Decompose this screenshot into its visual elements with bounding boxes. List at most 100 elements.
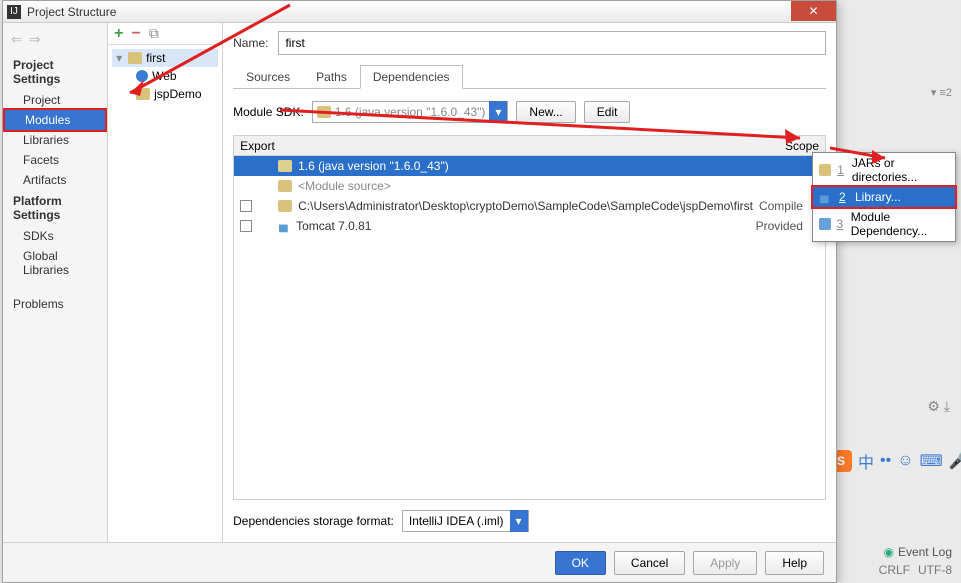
ime-glyph-1[interactable]: 中 <box>858 449 874 473</box>
popup-item-hotkey: 1 <box>837 163 846 177</box>
chevron-down-icon[interactable]: ▾ <box>489 101 507 123</box>
folder-icon <box>278 180 292 192</box>
dialog-buttons: OK Cancel Apply Help <box>3 542 836 582</box>
folder-icon <box>128 52 142 64</box>
nav-back-icon[interactable]: ⇐ <box>11 31 23 48</box>
dep-row-label: 1.6 (java version "1.6.0_43") <box>298 159 449 173</box>
tree-node-label: first <box>146 51 165 65</box>
dep-row-path[interactable]: C:\Users\Administrator\Desktop\cryptoDem… <box>234 196 825 216</box>
export-checkbox[interactable] <box>240 220 252 232</box>
ime-glyph-4[interactable]: ⌨ <box>920 451 943 471</box>
dep-row-sdk[interactable]: 1.6 (java version "1.6.0_43") <box>234 156 825 176</box>
close-button[interactable]: ✕ <box>791 1 836 21</box>
tree-node-jspdemo[interactable]: jspDemo <box>112 85 218 103</box>
ime-glyph-5[interactable]: 🎤 <box>949 451 961 471</box>
tree-node-first[interactable]: ▾ first <box>112 49 218 67</box>
popup-item-hotkey: 2 <box>839 190 849 204</box>
storage-format-combo[interactable]: IntelliJ IDEA (.iml) ▾ <box>402 510 529 532</box>
storage-format-value: IntelliJ IDEA (.iml) <box>403 514 510 528</box>
popup-item-jars[interactable]: 1 JARs or directories... <box>813 153 955 187</box>
ide-background: ▾ ≡2 ⚙ ⤓ S 中 •• ☺ ⌨ 🎤 ◉Event Log CRLF UT… <box>840 0 960 583</box>
nav-item-problems[interactable]: Problems <box>3 294 107 314</box>
popup-item-label: Module Dependency... <box>851 210 949 238</box>
dep-row-label: <Module source> <box>298 179 825 193</box>
tree-node-label: jspDemo <box>154 87 201 101</box>
nav-item-libraries[interactable]: Libraries <box>3 130 107 150</box>
tree-twisty-icon[interactable]: ▾ <box>114 51 124 65</box>
section-project-settings: Project Settings <box>3 54 107 90</box>
tab-sources[interactable]: Sources <box>233 65 303 88</box>
export-checkbox[interactable] <box>240 200 252 212</box>
nav-item-modules[interactable]: Modules <box>3 108 107 132</box>
sdk-new-button[interactable]: New... <box>516 101 575 123</box>
chevron-down-icon[interactable]: ▾ <box>510 510 528 532</box>
tree-toolbar: + − ⧉ <box>108 23 222 45</box>
app-icon: IJ <box>7 5 21 19</box>
dep-row-scope[interactable]: Provided <box>756 219 807 233</box>
dependencies-table: Export Scope 1.6 (java version "1.6.0_43… <box>233 135 826 500</box>
tree-node-label: Web <box>152 69 176 83</box>
col-scope[interactable]: Scope <box>761 139 825 153</box>
nav-forward-icon[interactable]: ⇒ <box>29 31 41 48</box>
folder-icon <box>819 164 831 176</box>
rightside-tag: ▾ ≡2 <box>931 86 952 99</box>
nav-item-project[interactable]: Project <box>3 90 107 110</box>
titlebar: IJ Project Structure ✕ <box>3 1 836 23</box>
gear-icon[interactable]: ⚙ ⤓ <box>927 398 950 415</box>
status-bar: CRLF UTF-8 <box>879 563 952 577</box>
module-tabs: Sources Paths Dependencies <box>233 65 826 89</box>
dep-row-label: Tomcat 7.0.81 <box>296 219 749 233</box>
module-sdk-combo[interactable]: 1.6 (java version "1.6.0_43") ▾ <box>312 101 509 123</box>
nav-item-facets[interactable]: Facets <box>3 150 107 170</box>
module-name-input[interactable] <box>278 31 826 55</box>
dep-row-scope[interactable]: Compile <box>759 199 807 213</box>
cancel-button[interactable]: Cancel <box>614 551 685 575</box>
popup-item-library[interactable]: 2 Library... <box>811 185 957 209</box>
tab-dependencies[interactable]: Dependencies <box>360 65 463 89</box>
tab-paths[interactable]: Paths <box>303 65 360 88</box>
dep-row-tomcat[interactable]: Tomcat 7.0.81 Provided ▾ <box>234 216 825 236</box>
ime-icon-strip: S 中 •• ☺ ⌨ 🎤 <box>830 449 961 473</box>
nav-item-global-libraries[interactable]: Global Libraries <box>3 246 107 280</box>
tree-add-button[interactable]: + <box>114 25 123 43</box>
module-tree: + − ⧉ ▾ first Web jspDemo <box>108 23 223 542</box>
dep-row-module-source[interactable]: <Module source> <box>234 176 825 196</box>
col-export[interactable]: Export <box>234 139 274 153</box>
add-dependency-popup: 1 JARs or directories... 2 Library... 3 … <box>812 152 956 242</box>
storage-format-label: Dependencies storage format: <box>233 514 394 528</box>
module-sdk-label: Module SDK: <box>233 105 304 119</box>
help-button[interactable]: Help <box>765 551 824 575</box>
event-log-button[interactable]: ◉Event Log <box>883 545 952 559</box>
tree-copy-button[interactable]: ⧉ <box>149 25 159 42</box>
folder-icon <box>278 200 292 212</box>
module-icon <box>819 218 831 230</box>
library-icon <box>278 220 290 232</box>
web-icon <box>136 70 148 82</box>
tree-remove-button[interactable]: − <box>131 25 140 43</box>
module-editor: Name: Sources Paths Dependencies Module … <box>223 23 836 542</box>
sdk-edit-button[interactable]: Edit <box>584 101 631 123</box>
module-sdk-value: 1.6 (java version "1.6.0_43") <box>335 105 490 119</box>
status-crlf: CRLF <box>879 563 910 577</box>
folder-icon <box>317 106 331 118</box>
folder-icon <box>136 88 150 100</box>
section-platform-settings: Platform Settings <box>3 190 107 226</box>
popup-item-module-dep[interactable]: 3 Module Dependency... <box>813 207 955 241</box>
apply-button[interactable]: Apply <box>693 551 757 575</box>
dep-row-label: C:\Users\Administrator\Desktop\cryptoDem… <box>298 199 753 213</box>
popup-item-label: JARs or directories... <box>852 156 949 184</box>
dep-side-toolbar: + − ▲ ▼ ✎ <box>825 271 826 387</box>
popup-item-hotkey: 3 <box>837 217 845 231</box>
left-nav: ⇐ ⇒ Project Settings Project Modules Lib… <box>3 23 108 542</box>
window-title: Project Structure <box>27 5 116 19</box>
ime-glyph-2[interactable]: •• <box>880 452 891 470</box>
ime-glyph-3[interactable]: ☺ <box>897 452 913 470</box>
folder-icon <box>278 160 292 172</box>
project-structure-dialog: IJ Project Structure ✕ ⇐ ⇒ Project Setti… <box>2 0 837 583</box>
status-encoding: UTF-8 <box>918 563 952 577</box>
nav-item-sdks[interactable]: SDKs <box>3 226 107 246</box>
tree-node-web[interactable]: Web <box>112 67 218 85</box>
popup-item-label: Library... <box>855 190 901 204</box>
ok-button[interactable]: OK <box>555 551 606 575</box>
nav-item-artifacts[interactable]: Artifacts <box>3 170 107 190</box>
